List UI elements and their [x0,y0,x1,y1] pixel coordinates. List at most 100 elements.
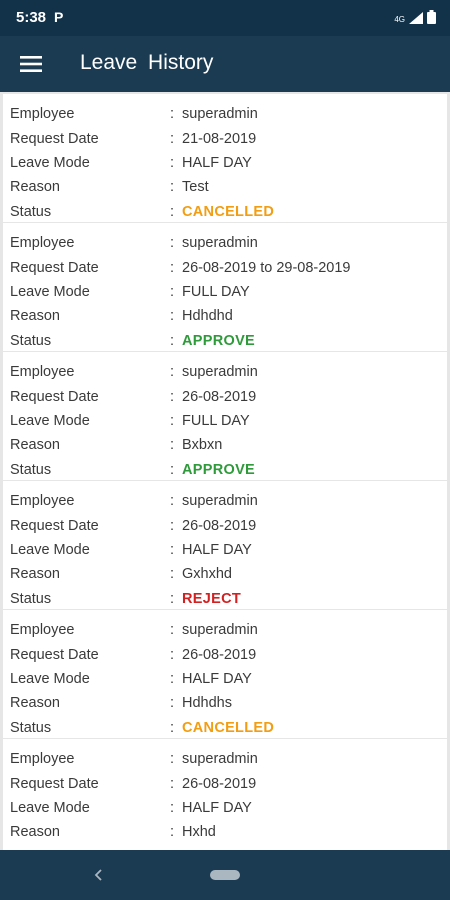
reason-label: Reason [10,179,60,196]
record-row-status: Status: APPROVE [10,458,447,482]
separator: : [170,106,175,123]
leave-mode-label: Leave Mode [10,283,90,300]
separator: : [170,388,175,405]
request-date-label: Request Date [10,388,99,405]
record-row-leave-mode: Leave Mode: FULL DAY [10,409,447,433]
menu-button[interactable] [14,48,48,80]
request-date-label: Request Date [10,259,99,276]
home-button[interactable] [210,870,240,880]
reason-value: Test [182,179,209,196]
separator: : [170,235,175,252]
status-label: Status [10,719,52,736]
request-date-value: 26-08-2019 to 29-08-2019 [182,259,351,276]
record-row-request-date: Request Date:26-08-2019 [10,642,447,666]
record-row-request-date: Request Date:26-08-2019 [10,513,447,537]
separator: : [170,566,175,583]
status-badge: APPROVE [182,332,256,349]
employee-label: Employee [10,364,75,381]
record-row-employee: Employee: superadmin [10,618,447,642]
leave-mode-label: Leave Mode [10,412,90,429]
separator: : [170,590,175,607]
record-row-leave-mode: Leave Mode: HALF DAY [10,538,447,562]
app-bar: Leave History [0,36,450,92]
record-row-employee: Employee: superadmin [10,231,447,255]
record-row-leave-mode: Leave Mode: HALF DAY [10,151,447,175]
status-label: Status [10,590,52,607]
record-row-reason: Reason: Test [10,175,447,199]
employee-label: Employee [10,493,75,510]
status-label: Status [10,461,52,478]
reason-label: Reason [10,824,60,841]
employee-value: superadmin [182,751,258,768]
separator: : [170,517,175,534]
reason-value: Hdhdhs [182,695,232,712]
record-row-status: Status: APPROVE [10,329,447,353]
record-row-reason: Reason: Hxhd [10,820,447,844]
employee-value: superadmin [182,493,258,510]
separator: : [170,461,175,478]
status-bar: 5:38 P 4G [0,0,450,36]
leave-record-card[interactable]: Employee: superadmin Request Date:26-08-20… [3,352,447,480]
leave-mode-value: HALF DAY [182,154,252,171]
request-date-value: 26-08-2019 [182,517,257,534]
back-chevron-icon [94,869,102,881]
separator: : [170,670,175,687]
record-row-request-date: Request Date:26-08-2019 [10,384,447,408]
request-date-label: Request Date [10,775,99,792]
separator: : [170,332,175,349]
request-date-value: 26-08-2019 [182,775,257,792]
back-button[interactable] [88,863,108,887]
leave-mode-value: FULL DAY [182,412,250,429]
separator: : [170,824,175,841]
employee-label: Employee [10,106,75,123]
separator: : [170,775,175,792]
leave-mode-label: Leave Mode [10,799,90,816]
leave-record-card[interactable]: Employee: superadmin Request Date:21-08-20… [3,94,447,222]
leave-record-card[interactable]: Employee: superadmin Request Date:26-08-20… [3,739,447,850]
status-label: Status [10,203,52,220]
leave-mode-label: Leave Mode [10,541,90,558]
status-label: Status [10,332,52,349]
hamburger-menu-icon [20,56,42,72]
leave-history-list[interactable]: Employee: superadmin Request Date:21-08-20… [0,92,450,850]
leave-mode-value: HALF DAY [182,799,252,816]
leave-mode-value: HALF DAY [182,541,252,558]
leave-record-card[interactable]: Employee: superadmin Request Date:26-08-20… [3,223,447,351]
request-date-label: Request Date [10,517,99,534]
record-row-request-date: Request Date:26-08-2019 [10,771,447,795]
request-date-value: 21-08-2019 [182,130,257,147]
record-row-status: Status: CANCELLED [10,716,447,740]
reason-label: Reason [10,566,60,583]
employee-label: Employee [10,622,75,639]
record-row-employee: Employee: superadmin [10,360,447,384]
leave-mode-value: HALF DAY [182,670,252,687]
reason-value: Bxbxn [182,437,223,454]
employee-value: superadmin [182,106,258,123]
record-row-employee: Employee: superadmin [10,489,447,513]
separator: : [170,283,175,300]
reason-value: Hxhd [182,824,216,841]
separator: : [170,437,175,454]
record-row-leave-mode: Leave Mode: HALF DAY [10,667,447,691]
reason-label: Reason [10,695,60,712]
separator: : [170,203,175,220]
request-date-label: Request Date [10,130,99,147]
record-row-leave-mode: Leave Mode: HALF DAY [10,796,447,820]
leave-mode-label: Leave Mode [10,670,90,687]
separator: : [170,646,175,663]
status-time: 5:38 [16,9,47,26]
record-row-request-date: Request Date:21-08-2019 [10,126,447,150]
signal-icon [409,11,423,29]
separator: : [170,179,175,196]
separator: : [170,622,175,639]
employee-label: Employee [10,235,75,252]
record-row-status: Status: CANCELLED [10,200,447,224]
leave-record-card[interactable]: Employee: superadmin Request Date:26-08-20… [3,610,447,738]
reason-value: Hdhdhd [182,308,233,325]
leave-record-card[interactable]: Employee: superadmin Request Date:26-08-20… [3,481,447,609]
record-row-status: Status: REJECT [10,587,447,611]
record-row-leave-mode: Leave Mode: FULL DAY [10,280,447,304]
leave-mode-value: FULL DAY [182,283,250,300]
status-icons: 4G [394,10,436,29]
employee-label: Employee [10,751,75,768]
